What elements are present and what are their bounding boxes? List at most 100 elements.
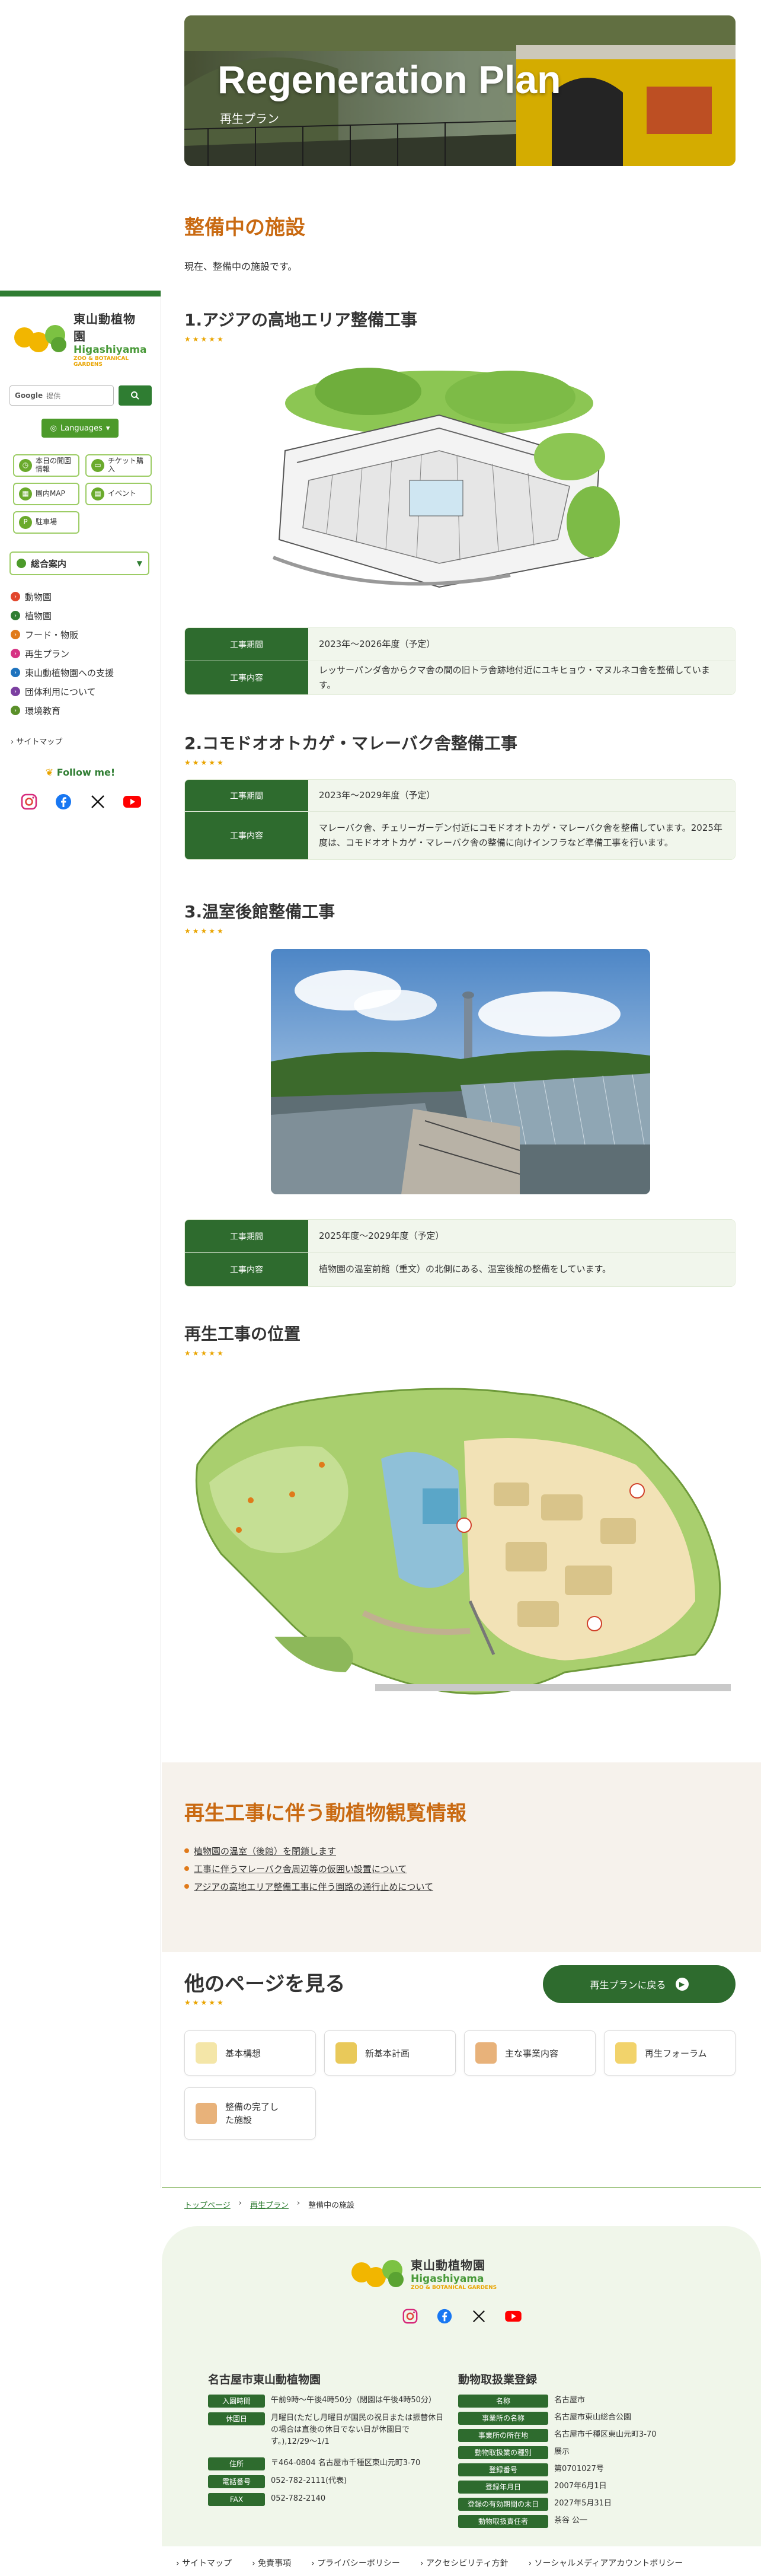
sidebar-item-support[interactable]: › 東山動植物園への支援 [11, 663, 161, 682]
arrow-icon: › [11, 611, 20, 620]
facebook-icon[interactable] [434, 2306, 455, 2327]
sidebar-item-zoo[interactable]: › 動物園 [11, 587, 161, 606]
bullet-icon [184, 1848, 189, 1853]
sidebar-item-group[interactable]: › 団体利用について [11, 682, 161, 701]
reg-row: 事業所の名称 名古屋市東山総合公園 [458, 2412, 631, 2425]
table-key: 工事内容 [185, 661, 308, 694]
card-main-projects[interactable]: 主な事業内容 [464, 2030, 596, 2076]
quick-link-map[interactable]: ▦ 園内MAP [13, 483, 79, 505]
card-label: 主な事業内容 [505, 2048, 559, 2059]
reg-key: 動物取扱業の種別 [458, 2446, 548, 2459]
quick-link-parking[interactable]: P 駐車場 [13, 511, 79, 534]
logo-jp: 東山動植物園 [411, 2258, 485, 2272]
ticket-icon: ▭ [91, 459, 104, 472]
chevron-down-icon: ▾ [105, 423, 110, 433]
list-item[interactable]: 植物園の温室（後館）を閉鎖します [184, 1842, 433, 1860]
x-icon[interactable] [87, 791, 108, 812]
breadcrumb-home[interactable]: トップページ [184, 2199, 231, 2210]
follow-heading: ❦ Follow me! [0, 747, 161, 778]
card-label: 新基本計画 [365, 2048, 410, 2059]
info-icon [17, 559, 26, 568]
bullet-icon [184, 1866, 189, 1871]
logo-en-sub: ZOO & BOTANICAL GARDENS [73, 356, 129, 368]
logo-en-sub: ZOO & BOTANICAL GARDENS [411, 2285, 497, 2291]
youtube-icon[interactable] [503, 2306, 524, 2327]
project-3-photo [271, 949, 650, 1194]
card-forum[interactable]: 再生フォーラム [604, 2030, 736, 2076]
reg-key: 名称 [458, 2395, 548, 2408]
footer-logo[interactable]: 東山動植物園 Higashiyama ZOO & BOTANICAL GARDE… [351, 2256, 497, 2291]
sidebar-item-garden[interactable]: › 植物園 [11, 606, 161, 625]
org-key: FAX [208, 2493, 265, 2506]
footer-link[interactable]: › ソーシャルメディアアカウントポリシー [528, 2557, 683, 2569]
list-item[interactable]: 工事に伴うマレーバク舎周辺等の仮囲い設置について [184, 1860, 433, 1877]
quick-links: ◷ 本日の開園情報 ▭ チケット購入 ▦ 園内MAP ▤ イベント P 駐車場 [0, 438, 161, 534]
parking-icon: P [19, 516, 32, 529]
table-key: 工事内容 [185, 1253, 308, 1286]
star-decoration: ★★★★★ [184, 927, 225, 935]
viewing-info-list: 植物園の温室（後館）を閉鎖します 工事に伴うマレーバク舎周辺等の仮囲い設置につい… [184, 1842, 433, 1895]
org-key: 電話番号 [208, 2475, 265, 2488]
logo-jp: 東山動植物園 [73, 312, 136, 343]
map-icon: ▦ [19, 487, 32, 500]
quick-link-label: チケット購入 [108, 457, 144, 473]
table-value: マレーバク舎、チェリーガーデン付近にコモドオオトカゲ・マレーバク舎を整備していま… [308, 812, 735, 859]
document-icon [335, 2042, 357, 2064]
footer-link-label: サイトマップ [182, 2559, 232, 2568]
reg-key: 登録番号 [458, 2463, 548, 2476]
sidebar-item-education[interactable]: › 環境教育 [11, 701, 161, 720]
guide-toggle[interactable]: 総合案内 ▼ [9, 551, 149, 575]
search-input[interactable]: Google 提供 [9, 385, 114, 406]
list-item[interactable]: アジアの高地エリア整備工事に伴う園路の通行止めについて [184, 1877, 433, 1895]
leaf-icon: ❦ [45, 767, 54, 778]
table-value: 2023年～2026年度（予定） [308, 628, 735, 661]
card-label: 基本構想 [225, 2048, 261, 2059]
breadcrumb-plan[interactable]: 再生プラン [250, 2199, 289, 2210]
reg-key: 登録年月日 [458, 2481, 548, 2494]
sidebar-item-label: 再生プラン [25, 648, 70, 659]
quick-link-event[interactable]: ▤ イベント [85, 483, 152, 505]
site-logo[interactable]: 東山動植物園 Higashiyama ZOO & BOTANICAL GARDE… [0, 297, 161, 368]
footer-link[interactable]: › プライバシーポリシー [311, 2557, 400, 2569]
language-button[interactable]: ◎ Languages ▾ [41, 419, 119, 438]
card-completed-facilities[interactable]: 整備の完了した施設 [184, 2087, 316, 2140]
quick-link-today[interactable]: ◷ 本日の開園情報 [13, 454, 79, 477]
instagram-icon[interactable] [399, 2306, 421, 2327]
footer-link[interactable]: › サイトマップ [176, 2557, 232, 2569]
x-icon[interactable] [468, 2306, 490, 2327]
facebook-icon[interactable] [53, 791, 74, 812]
location-title: 再生工事の位置 [184, 1324, 301, 1344]
reg-key: 事業所の名称 [458, 2412, 548, 2425]
youtube-icon[interactable] [121, 791, 143, 812]
sidebar-item-plan[interactable]: › 再生プラン [11, 644, 161, 663]
project-2-title: 2.コモドオオトカゲ・マレーバク舎整備工事 [184, 734, 517, 753]
org-row: FAX 052-782-2140 [208, 2493, 325, 2506]
arrow-icon: › [11, 687, 20, 696]
arrow-icon: › [11, 706, 20, 715]
search-placeholder: 提供 [46, 391, 61, 400]
search-button[interactable] [119, 385, 152, 406]
org-title: 名古屋市東山動植物園 [208, 2373, 321, 2386]
quick-link-ticket[interactable]: ▭ チケット購入 [85, 454, 152, 477]
table-value: 2023年～2029年度（予定） [308, 780, 735, 811]
hero-title: Regeneration Plan [218, 58, 561, 101]
breadcrumb-divider [162, 2187, 761, 2188]
arrow-icon: › [11, 668, 20, 677]
calendar-icon: ▤ [91, 487, 104, 500]
card-new-plan[interactable]: 新基本計画 [324, 2030, 456, 2076]
footer-link[interactable]: › アクセシビリティ方針 [420, 2557, 509, 2569]
footer-link[interactable]: › 免責事項 [252, 2557, 291, 2569]
back-to-plan-button[interactable]: 再生プランに戻る ▶ [543, 1965, 736, 2003]
sidebar-item-food[interactable]: › フード・物販 [11, 625, 161, 644]
org-value: 〒464-0804 名古屋市千種区東山元町3-70 [271, 2459, 421, 2467]
reg-value: 2027年5月31日 [554, 2499, 612, 2508]
star-decoration: ★★★★★ [184, 1349, 225, 1357]
footer-social-links [162, 2306, 761, 2327]
footer-link-label: ソーシャルメディアアカウントポリシー [534, 2559, 683, 2568]
reg-value: 展示 [554, 2447, 570, 2456]
arrow-right-icon: ▶ [675, 1978, 689, 1991]
sidebar-sitemap-link[interactable]: › サイトマップ [0, 720, 161, 747]
card-basic-concept[interactable]: 基本構想 [184, 2030, 316, 2076]
quick-link-label: 園内MAP [36, 489, 65, 498]
instagram-icon[interactable] [18, 791, 40, 812]
